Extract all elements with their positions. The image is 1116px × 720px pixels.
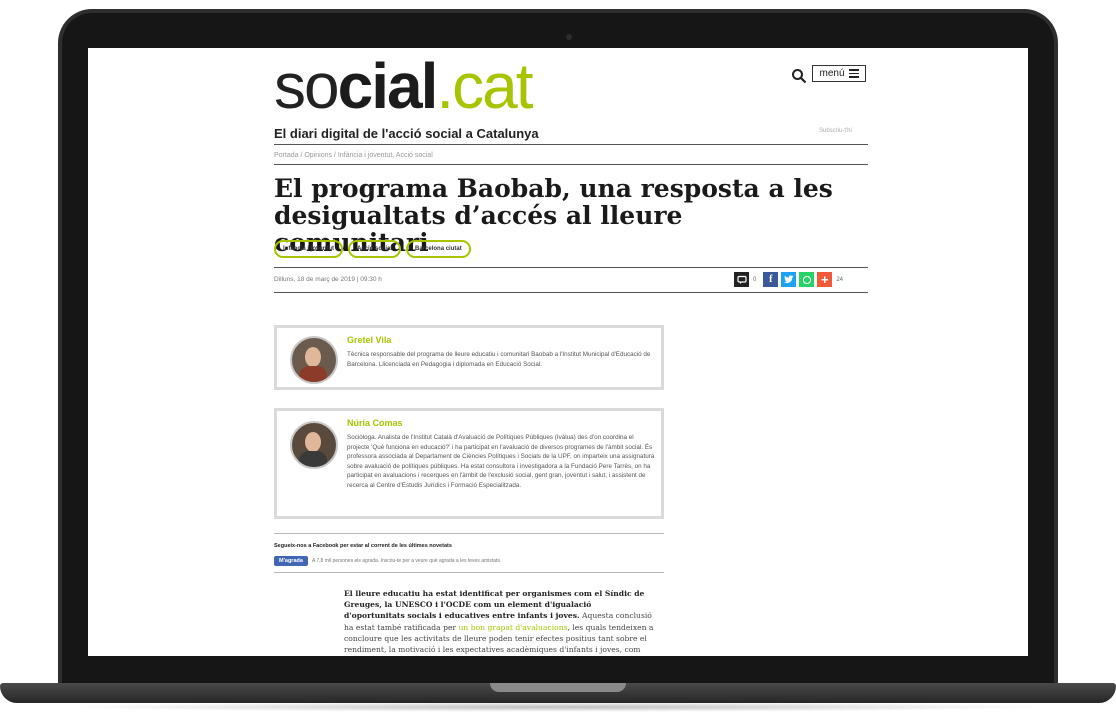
author-name[interactable]: Núria Comas xyxy=(347,418,403,428)
facebook-like-button[interactable]: M'agrada xyxy=(274,556,308,566)
tag-infancia[interactable]: Infància i joventut xyxy=(274,240,344,258)
site-logo[interactable]: social.cat xyxy=(274,54,534,118)
tag-accio-social[interactable]: Acció social xyxy=(348,240,402,258)
newsletter-bottom-divider xyxy=(274,572,664,573)
plus-icon[interactable]: + xyxy=(817,272,833,287)
breadcrumb-divider xyxy=(274,164,868,165)
avatar xyxy=(290,421,338,469)
share-bar: 0 f + 24 xyxy=(734,272,847,287)
comment-count: 0 xyxy=(753,276,757,283)
meta-bottom-divider xyxy=(274,292,868,293)
newsletter-top-divider xyxy=(274,533,664,534)
hamburger-icon xyxy=(848,67,859,80)
newsletter-title: Segueix-nos a Facebook per estar al corr… xyxy=(274,543,452,549)
menu-button[interactable]: menú xyxy=(812,65,866,82)
menu-label: menú xyxy=(819,68,845,79)
evaluations-link[interactable]: un bon grapat d'avaluacions xyxy=(459,623,568,632)
author-card: Núria Comas Sociòloga. Analista de l'Ins… xyxy=(274,408,664,519)
header-divider xyxy=(274,144,868,145)
author-card: Gretel Vila Tècnica responsable del prog… xyxy=(274,325,664,390)
article-body: El lleure educatiu ha estat identificat … xyxy=(344,588,654,656)
search-icon[interactable] xyxy=(791,68,807,84)
tag-barcelona[interactable]: Barcelona ciutat xyxy=(406,240,471,258)
comment-icon[interactable] xyxy=(734,272,749,287)
meta-top-divider xyxy=(274,267,868,268)
avatar xyxy=(290,336,338,384)
facebook-like-widget: M'agrada A 7,8 mil persones els agrada. … xyxy=(274,556,501,566)
laptop-notch xyxy=(490,683,626,692)
article-date: Dilluns, 18 de març de 2019 | 09:30 h xyxy=(274,276,382,283)
facebook-icon[interactable]: f xyxy=(763,272,779,287)
whatsapp-icon[interactable] xyxy=(799,272,815,287)
author-name[interactable]: Gretel Vila xyxy=(347,335,391,345)
facebook-like-text: A 7,8 mil persones els agrada. Inscriu-t… xyxy=(311,558,502,564)
share-count: 24 xyxy=(836,276,844,283)
browser-screen: social.cat El diari digital de l'acció s… xyxy=(88,48,1028,656)
breadcrumb[interactable]: Portada / Opinions / Infància i joventut… xyxy=(274,152,433,159)
author-bio: Sociòloga. Analista de l'Institut Català… xyxy=(347,434,655,489)
camera-icon xyxy=(566,34,572,40)
twitter-icon[interactable] xyxy=(781,272,797,287)
subscribe-link[interactable]: Subscriu-t'hi xyxy=(819,128,852,134)
tag-list: Infància i joventut Acció social Barcelo… xyxy=(274,240,471,258)
author-bio: Tècnica responsable del programa de lleu… xyxy=(347,351,651,368)
site-tagline: El diari digital de l'acció social a Cat… xyxy=(274,126,539,141)
laptop-shadow xyxy=(60,702,1056,712)
